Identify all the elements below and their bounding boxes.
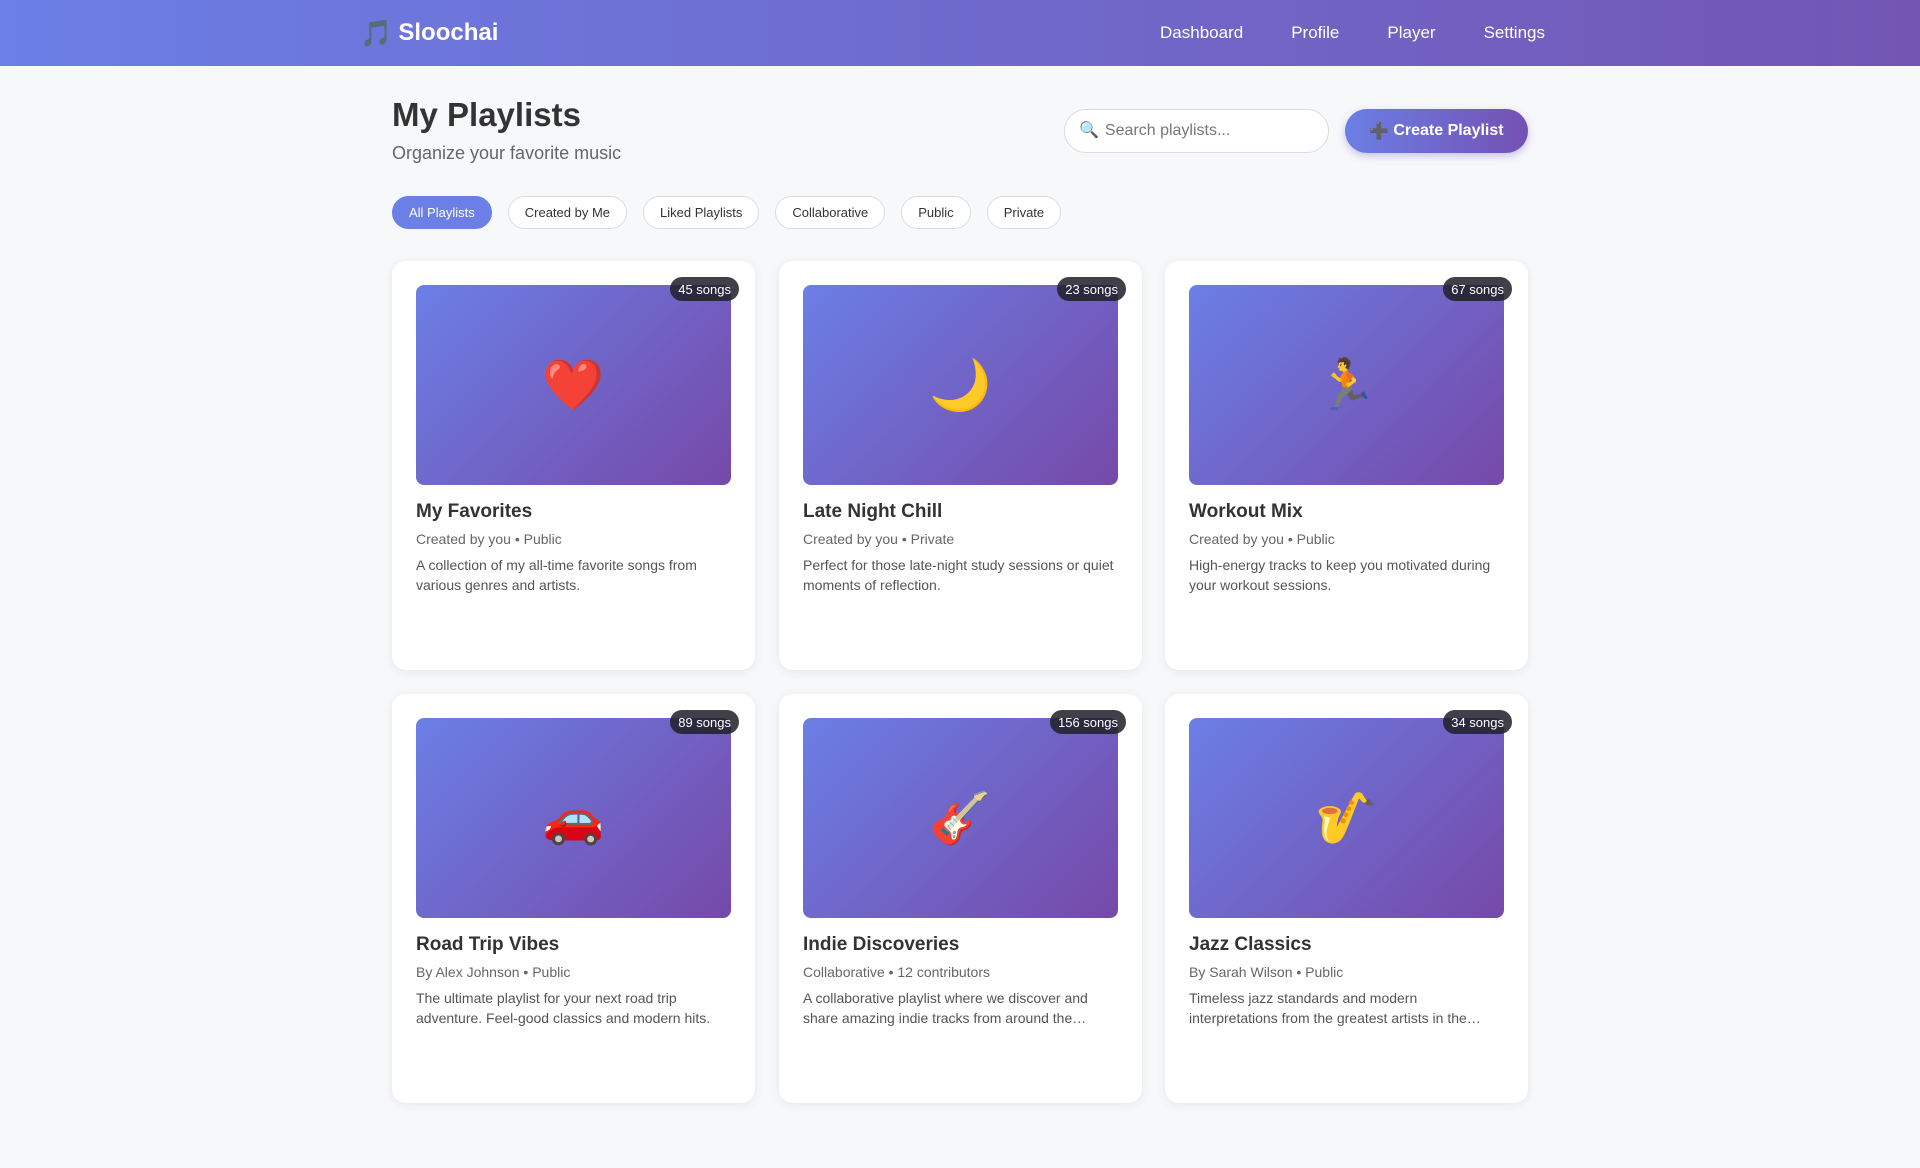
filter-chip-private[interactable]: Private (986, 196, 1062, 229)
playlist-meta: By Sarah Wilson • Public (1189, 964, 1344, 980)
crescent-moon-icon: 🌙 (929, 357, 992, 413)
playlist-cover[interactable]: 🎸 (803, 718, 1118, 918)
playlist-cover[interactable]: 🌙 (803, 285, 1118, 485)
create-playlist-button[interactable]: ➕ Create Playlist (1345, 109, 1528, 153)
runner-icon: 🏃 (1315, 357, 1378, 413)
search-input[interactable] (1104, 122, 1305, 140)
search-box[interactable]: 🔍 (1064, 109, 1329, 153)
song-count-badge: 23 songs (1057, 277, 1126, 301)
nav-link-dashboard[interactable]: Dashboard (1160, 23, 1243, 43)
playlist-title[interactable]: Road Trip Vibes (416, 934, 559, 956)
car-icon: 🚗 (542, 790, 605, 846)
playlist-title[interactable]: Workout Mix (1189, 501, 1303, 523)
filter-chip-all-playlists[interactable]: All Playlists (392, 196, 492, 229)
plus-icon: ➕ (1369, 123, 1390, 140)
playlist-card[interactable]: 🎷 34 songs Jazz Classics By Sarah Wilson… (1165, 694, 1528, 1103)
playlist-title[interactable]: Jazz Classics (1189, 934, 1312, 956)
playlist-description: A collection of my all-time favorite son… (416, 557, 697, 593)
playlist-meta: Created by you • Public (416, 531, 562, 547)
playlist-cover[interactable]: 🏃 (1189, 285, 1504, 485)
create-playlist-label: Create Playlist (1393, 122, 1504, 139)
song-count-badge: 89 songs (670, 710, 739, 734)
main-nav: Dashboard Profile Player Settings (1160, 0, 1545, 66)
nav-link-profile[interactable]: Profile (1291, 23, 1339, 43)
search-icon: 🔍 (1079, 122, 1099, 139)
nav-link-player[interactable]: Player (1387, 23, 1435, 43)
playlist-meta: Collaborative • 12 contributors (803, 964, 990, 980)
song-count-badge: 45 songs (670, 277, 739, 301)
filter-bar: All Playlists Created by Me Liked Playli… (392, 196, 1062, 229)
playlist-description: A collaborative playlist where we discov… (803, 990, 1088, 1026)
heart-icon: ❤️ (542, 357, 605, 413)
saxophone-icon: 🎷 (1315, 790, 1378, 846)
playlist-meta: Created by you • Private (803, 531, 955, 547)
brand-logo[interactable]: 🎵 Sloochai (360, 0, 498, 66)
filter-chip-created-by-me[interactable]: Created by Me (507, 196, 628, 229)
filter-chip-collaborative[interactable]: Collaborative (775, 196, 886, 229)
playlist-meta: Created by you • Public (1189, 531, 1335, 547)
song-count-badge: 34 songs (1443, 710, 1512, 734)
playlist-cover[interactable]: ❤️ (416, 285, 731, 485)
playlist-card[interactable]: 🎸 156 songs Indie Discoveries Collaborat… (779, 694, 1142, 1103)
top-navigation-bar: 🎵 Sloochai Dashboard Profile Player Sett… (0, 0, 1920, 66)
playlist-cover[interactable]: 🎷 (1189, 718, 1504, 918)
song-count-badge: 156 songs (1050, 710, 1126, 734)
playlist-card[interactable]: 🚗 89 songs Road Trip Vibes By Alex Johns… (392, 694, 755, 1103)
playlist-description: High-energy tracks to keep you motivated… (1189, 557, 1491, 593)
page-title: My Playlists (392, 96, 581, 133)
playlist-card[interactable]: ❤️ 45 songs My Favorites Created by you … (392, 261, 755, 670)
filter-chip-liked-playlists[interactable]: Liked Playlists (643, 196, 760, 229)
playlist-title[interactable]: Late Night Chill (803, 501, 942, 523)
nav-link-settings[interactable]: Settings (1484, 23, 1545, 43)
playlist-title[interactable]: My Favorites (416, 501, 532, 523)
playlist-description: The ultimate playlist for your next road… (416, 990, 711, 1026)
playlist-cover[interactable]: 🚗 (416, 718, 731, 918)
playlist-meta: By Alex Johnson • Public (416, 964, 571, 980)
brand-name: Sloochai (398, 19, 499, 46)
music-note-icon: 🎵 (360, 18, 393, 48)
playlist-card[interactable]: 🌙 23 songs Late Night Chill Created by y… (779, 261, 1142, 670)
playlist-card[interactable]: 🏃 67 songs Workout Mix Created by you • … (1165, 261, 1528, 670)
page-subtitle: Organize your favorite music (392, 143, 622, 163)
song-count-badge: 67 songs (1443, 277, 1512, 301)
filter-chip-public[interactable]: Public (901, 196, 971, 229)
playlist-title[interactable]: Indie Discoveries (803, 934, 959, 956)
playlist-description: Perfect for those late-night study sessi… (803, 557, 1114, 593)
guitar-icon: 🎸 (929, 790, 992, 846)
playlist-description: Timeless jazz standards and modern inter… (1189, 990, 1481, 1026)
